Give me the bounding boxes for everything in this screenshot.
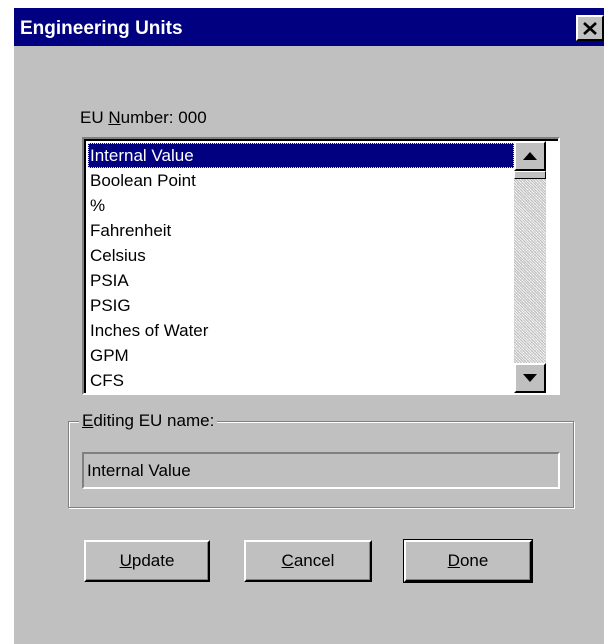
vertical-scrollbar[interactable] <box>514 141 546 393</box>
eu-number-mnemonic: N <box>108 108 121 127</box>
cancel-mnemonic: C <box>281 551 294 570</box>
scroll-thumb[interactable] <box>514 171 546 179</box>
list-item[interactable]: Boolean Point <box>88 168 514 193</box>
list-item[interactable]: PSIA <box>88 268 514 293</box>
update-label-rest: pdate <box>131 551 175 570</box>
listbox-items: Internal Value Boolean Point% Fahrenheit Ce… <box>86 141 516 393</box>
editing-eu-name-group: Editing EU name: Internal Value <box>68 411 574 508</box>
scroll-up-button[interactable] <box>514 141 546 171</box>
close-icon <box>583 21 597 35</box>
done-mnemonic: D <box>447 551 460 570</box>
listbox-frame: Internal Value Boolean Point% Fahrenheit Ce… <box>84 139 558 393</box>
title-bar[interactable]: Engineering Units <box>14 8 604 46</box>
update-mnemonic: U <box>119 551 132 570</box>
list-item[interactable]: Celsius <box>88 243 514 268</box>
list-item[interactable]: Inches of Water <box>88 318 514 343</box>
list-item[interactable]: Fahrenheit <box>88 218 514 243</box>
list-item[interactable]: CFS <box>88 368 514 393</box>
engineering-units-dialog: Engineering Units EU Number: 000 Interna… <box>14 8 604 644</box>
eu-number-value: 000 <box>178 108 207 127</box>
eu-listbox[interactable]: Internal Value Boolean Point% Fahrenheit Ce… <box>82 137 560 395</box>
cancel-label-rest: ancel <box>293 551 335 570</box>
list-item[interactable]: % <box>88 193 514 218</box>
list-item[interactable]: GPM <box>88 343 514 368</box>
editing-label-rest: diting EU name: <box>93 411 215 430</box>
editing-eu-name-label: Editing EU name: <box>79 411 218 431</box>
eu-number-label: EU Number: 000 <box>80 108 207 128</box>
eu-name-field[interactable]: Internal Value <box>82 452 560 489</box>
close-button[interactable] <box>576 15 604 41</box>
window-title: Engineering Units <box>20 18 183 39</box>
list-item[interactable]: Internal Value <box>88 143 514 168</box>
done-button[interactable]: Done <box>403 539 533 583</box>
done-label-rest: one <box>459 551 489 570</box>
eu-number-prefix: EU <box>80 108 109 127</box>
scroll-down-button[interactable] <box>514 363 546 393</box>
update-button[interactable]: Update <box>84 540 210 582</box>
editing-label-mnemonic: E <box>82 411 94 430</box>
arrow-down-icon <box>523 374 537 382</box>
eu-number-label-rest: umber: <box>120 108 174 127</box>
list-item[interactable]: PSIG <box>88 293 514 318</box>
cancel-button[interactable]: Cancel <box>244 540 372 582</box>
arrow-up-icon <box>523 152 537 160</box>
